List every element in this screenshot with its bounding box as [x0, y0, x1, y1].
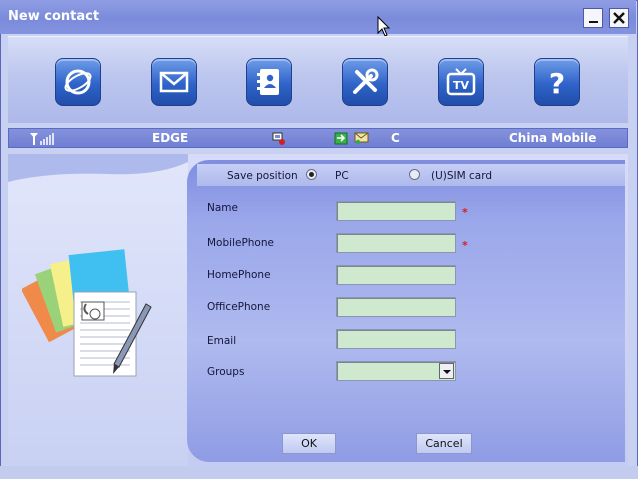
title-bar[interactable]: New contact — [0, 0, 636, 34]
help-icon: ? — [549, 67, 565, 98]
panel-swoosh — [8, 154, 188, 182]
chevron-down-icon[interactable] — [439, 363, 454, 379]
window-bottom-edge — [0, 466, 638, 479]
phonebook-button[interactable] — [246, 58, 292, 106]
illustration-panel — [8, 154, 188, 466]
email-label: Email — [207, 335, 237, 347]
mouse-cursor-icon — [377, 16, 391, 37]
save-position-label: Save position — [227, 170, 298, 182]
svg-text:?: ? — [549, 67, 565, 98]
save-sim-radio[interactable] — [409, 169, 420, 180]
save-sim-label: (U)SIM card — [431, 170, 493, 182]
mobilephone-field[interactable] — [336, 233, 456, 253]
name-label: Name — [207, 202, 238, 214]
tv-icon: TV — [446, 68, 476, 96]
close-icon — [613, 12, 625, 24]
status-bar: EDGE C China Mobile — [8, 128, 628, 148]
save-pc-label: PC — [335, 170, 349, 182]
operator-name: China Mobile — [509, 131, 597, 145]
mobilephone-label: MobilePhone — [207, 237, 274, 249]
signal-strength-icon — [30, 133, 54, 145]
groups-label: Groups — [207, 366, 245, 378]
network-type: EDGE — [152, 131, 189, 145]
close-button[interactable] — [609, 8, 629, 28]
name-field[interactable] — [336, 201, 456, 221]
help-button[interactable]: ? — [534, 58, 580, 106]
minimize-button[interactable] — [583, 8, 603, 28]
address-book-icon — [257, 69, 279, 95]
sms-status-icon — [354, 132, 369, 145]
cancel-button[interactable]: Cancel — [416, 433, 472, 454]
contact-documents-icon — [22, 249, 152, 377]
settings-button[interactable] — [342, 58, 388, 106]
internet-button[interactable] — [55, 58, 101, 106]
connection-indicator: C — [391, 131, 400, 145]
connection-icon — [334, 132, 348, 145]
tv-button[interactable]: TV — [438, 58, 484, 106]
save-pc-radio[interactable] — [306, 169, 317, 180]
window-title: New contact — [8, 9, 100, 24]
groups-select[interactable] — [336, 361, 456, 381]
tools-icon — [353, 68, 379, 94]
network-status-icon — [272, 132, 285, 145]
envelope-icon — [159, 71, 189, 93]
globe-icon — [64, 69, 92, 95]
mobilephone-required-mark: * — [462, 239, 468, 252]
homephone-field[interactable] — [336, 265, 456, 285]
name-required-mark: * — [462, 206, 468, 219]
sms-button[interactable] — [151, 58, 197, 106]
homephone-label: HomePhone — [207, 269, 271, 281]
officephone-label: OfficePhone — [207, 301, 271, 313]
ok-button[interactable]: OK — [282, 433, 336, 454]
officephone-field[interactable] — [336, 297, 456, 317]
svg-text:TV: TV — [453, 79, 470, 92]
email-field[interactable] — [336, 329, 456, 349]
